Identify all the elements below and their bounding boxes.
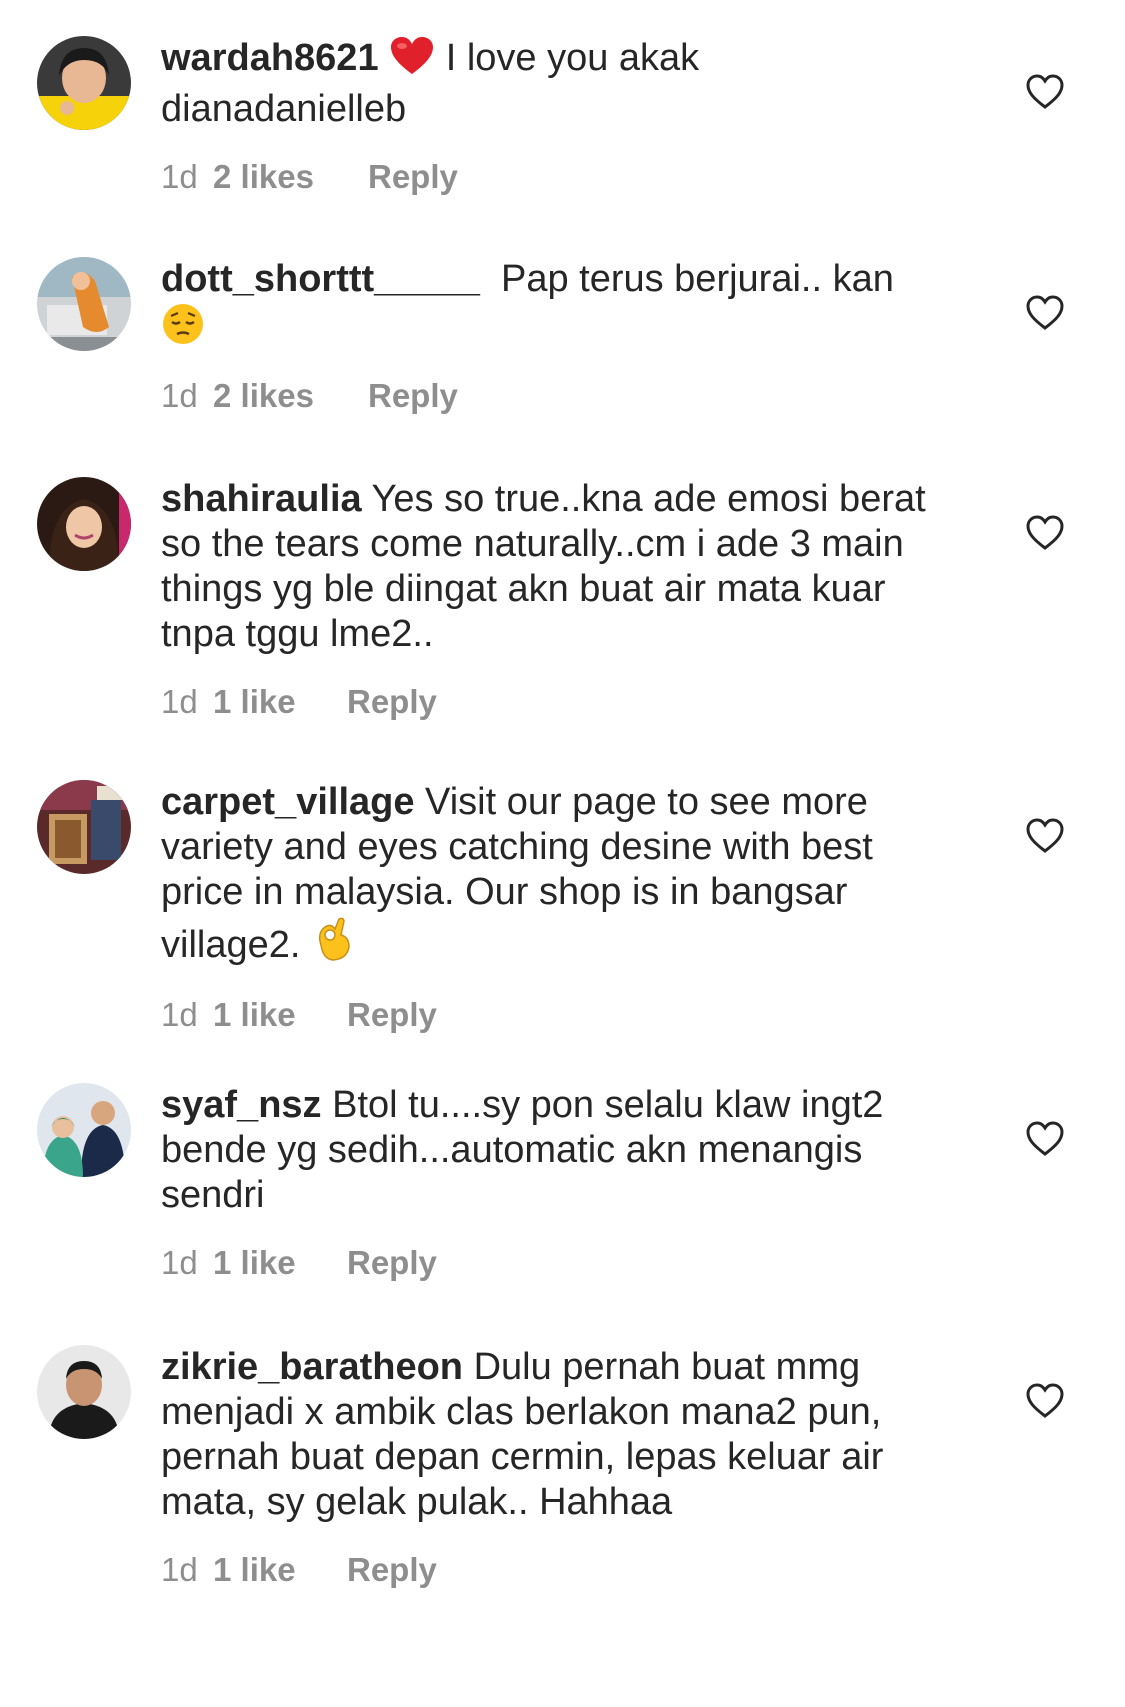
comment-time: 1d <box>161 1551 198 1588</box>
comment-text: shahiraulia Yes so true..kna ade emosi b… <box>161 477 951 657</box>
heart-outline-icon[interactable] <box>1025 72 1065 112</box>
comment-meta: 1d 1 like Reply <box>161 683 951 723</box>
comment-likes[interactable]: 1 like <box>213 996 347 1034</box>
ok-hand-emoji <box>311 915 355 974</box>
comment-meta: 1d 2 likes Reply <box>161 158 951 198</box>
comment-username[interactable]: zikrie_baratheon <box>161 1346 463 1388</box>
avatar[interactable] <box>37 257 131 351</box>
comment-username[interactable]: wardah8621 <box>161 37 379 79</box>
comment-text: zikrie_baratheon Dulu pernah buat mmg me… <box>161 1345 951 1525</box>
comment-text: carpet_village Visit our page to see mor… <box>161 780 951 974</box>
comment-time: 1d <box>161 1244 198 1281</box>
avatar[interactable] <box>37 1083 131 1177</box>
comment-meta: 1d 1 like Reply <box>161 996 951 1036</box>
comment-text: dott_shorttt_____ Pap terus berjurai.. k… <box>161 257 951 357</box>
reply-button[interactable]: Reply <box>347 996 437 1034</box>
reply-button[interactable]: Reply <box>347 1244 437 1282</box>
comment-meta: 1d 2 likes Reply <box>161 377 951 417</box>
comment-username[interactable]: carpet_village <box>161 781 414 823</box>
heart-outline-icon[interactable] <box>1025 293 1065 333</box>
comment-username[interactable]: dott_shorttt_____ <box>161 258 480 300</box>
avatar[interactable] <box>37 36 131 130</box>
comment-time: 1d <box>161 683 198 720</box>
comment-body: syaf_nsz Btol tu....sy pon selalu klaw i… <box>161 1083 951 1284</box>
comment-time: 1d <box>161 158 198 195</box>
comment-time: 1d <box>161 377 198 414</box>
reply-button[interactable]: Reply <box>347 1551 437 1589</box>
comment-text: syaf_nsz Btol tu....sy pon selalu klaw i… <box>161 1083 951 1218</box>
heart-outline-icon[interactable] <box>1025 513 1065 553</box>
comment-body: wardah8621 I love you akak dianadanielle… <box>161 36 951 198</box>
comment-content: Pap terus berjurai.. kan <box>500 258 894 300</box>
comment-body: shahiraulia Yes so true..kna ade emosi b… <box>161 477 951 723</box>
comment-username[interactable]: shahiraulia <box>161 478 362 520</box>
heart-outline-icon[interactable] <box>1025 816 1065 856</box>
avatar[interactable] <box>37 1345 131 1439</box>
comment-time: 1d <box>161 996 198 1033</box>
comment-likes[interactable]: 2 likes <box>213 377 368 415</box>
comment-body: carpet_village Visit our page to see mor… <box>161 780 951 1036</box>
comment-meta: 1d 1 like Reply <box>161 1244 951 1284</box>
comment-likes[interactable]: 1 like <box>213 683 347 721</box>
avatar[interactable] <box>37 780 131 874</box>
heart-outline-icon[interactable] <box>1025 1381 1065 1421</box>
comment-likes[interactable]: 1 like <box>213 1244 347 1282</box>
reply-button[interactable]: Reply <box>347 683 437 721</box>
comment-likes[interactable]: 1 like <box>213 1551 347 1589</box>
comment-text: wardah8621 I love you akak dianadanielle… <box>161 36 951 132</box>
avatar[interactable] <box>37 477 131 571</box>
comment-likes[interactable]: 2 likes <box>213 158 368 196</box>
heart-emoji <box>389 36 435 87</box>
reply-button[interactable]: Reply <box>368 377 458 415</box>
comment-username[interactable]: syaf_nsz <box>161 1084 322 1126</box>
comment-body: dott_shorttt_____ Pap terus berjurai.. k… <box>161 257 951 417</box>
reply-button[interactable]: Reply <box>368 158 458 196</box>
comment-body: zikrie_baratheon Dulu pernah buat mmg me… <box>161 1345 951 1591</box>
heart-outline-icon[interactable] <box>1025 1119 1065 1159</box>
pensive-face-emoji <box>161 302 205 357</box>
comment-meta: 1d 1 like Reply <box>161 1551 951 1591</box>
